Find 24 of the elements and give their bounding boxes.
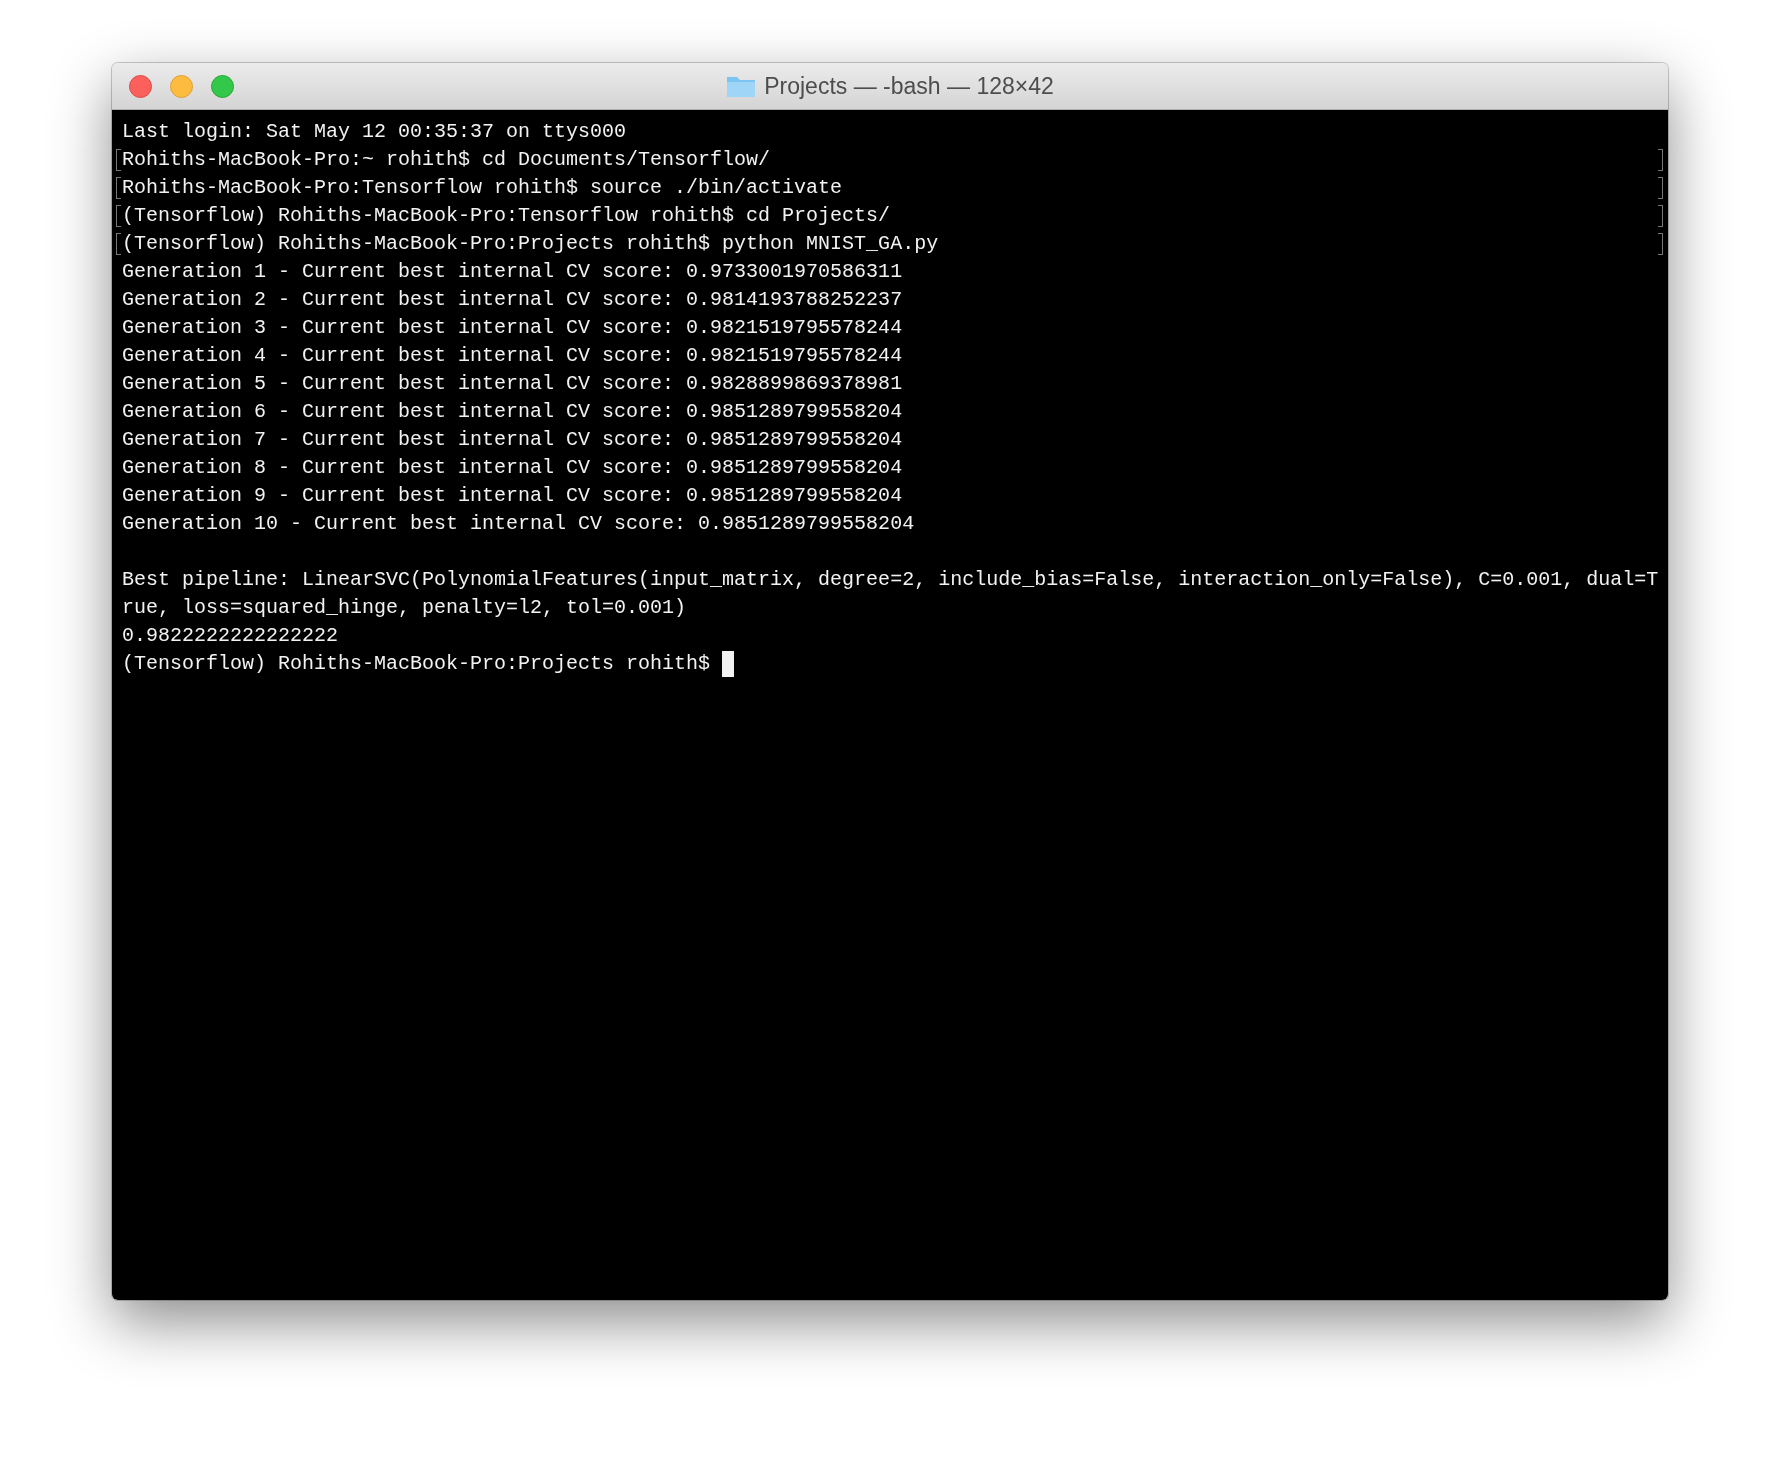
terminal-line: Best pipeline: LinearSVC(PolynomialFeatures(input_matrix, degree=2, include_bias=False, interaction_only=False), C=0.001, dual=T	[122, 567, 1659, 593]
zoom-button[interactable]	[211, 75, 234, 98]
terminal-line: (Tensorflow) Rohiths-MacBook-Pro:Projects rohith$ python MNIST_GA.py	[122, 231, 939, 257]
terminal-line: Rohiths-MacBook-Pro:Tensorflow rohith$ source ./bin/activate	[122, 175, 843, 201]
terminal-line: Rohiths-MacBook-Pro:~ rohith$ cd Documents/Tensorflow/	[122, 147, 771, 173]
terminal-line: Generation 10 - Current best internal CV score: 0.9851289799558204	[122, 511, 915, 537]
terminal-line: Generation 6 - Current best internal CV score: 0.9851289799558204	[122, 399, 903, 425]
terminal-line: (Tensorflow) Rohiths-MacBook-Pro:Tensorflow rohith$ cd Projects/	[122, 203, 891, 229]
terminal-line: Generation 5 - Current best internal CV score: 0.9828899869378981	[122, 371, 903, 397]
minimize-button[interactable]	[170, 75, 193, 98]
close-button[interactable]	[129, 75, 152, 98]
terminal-line: Generation 2 - Current best internal CV score: 0.9814193788252237	[122, 287, 903, 313]
terminal-line: Generation 4 - Current best internal CV score: 0.9821519795578244	[122, 343, 903, 369]
terminal-line: Generation 8 - Current best internal CV score: 0.9851289799558204	[122, 455, 903, 481]
terminal-line: Generation 9 - Current best internal CV score: 0.9851289799558204	[122, 483, 903, 509]
terminal-line: rue, loss=squared_hinge, penalty=l2, tol=0.001)	[122, 595, 687, 621]
terminal-line: Last login: Sat May 12 00:35:37 on ttys000	[122, 119, 627, 145]
folder-icon	[726, 74, 757, 98]
terminal-line: Generation 7 - Current best internal CV score: 0.9851289799558204	[122, 427, 903, 453]
terminal-line: 0.9822222222222222	[122, 623, 339, 649]
terminal-line: (Tensorflow) Rohiths-MacBook-Pro:Projects rohith$	[122, 651, 711, 677]
terminal-line: Generation 1 - Current best internal CV score: 0.9733001970586311	[122, 259, 903, 285]
terminal-line: Generation 3 - Current best internal CV score: 0.9821519795578244	[122, 315, 903, 341]
window-title: Projects — -bash — 128×42	[764, 71, 1054, 101]
